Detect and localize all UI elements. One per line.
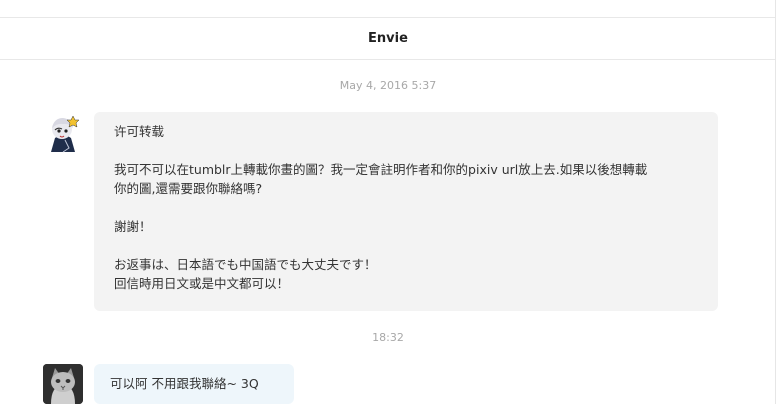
- message-timestamp: May 4, 2016 5:37: [339, 79, 437, 92]
- message-bubble-incoming: 许可转载 我可不可以在tumblr上轉載你畫的圖？我一定會註明作者和你的pixi…: [94, 112, 718, 311]
- message-line: 我可不可以在tumblr上轉載你畫的圖？我一定會註明作者和你的pixiv url…: [114, 162, 648, 177]
- message-line-gap: [114, 198, 698, 217]
- message-bubble-outgoing: 可以阿 不用跟我聯絡~ 3Q: [94, 364, 294, 404]
- conversation-header: Envie: [0, 18, 775, 60]
- message-thread-panel: Envie May 4, 2016 5:37 许可转载 我可不可以在tumblr…: [0, 0, 776, 404]
- conversation-title: Envie: [368, 31, 408, 46]
- message-line: 许可转载: [114, 124, 165, 139]
- message-timestamp: 18:32: [372, 331, 404, 344]
- message-line: 你的圖,還需要跟你聯絡嗎?: [114, 181, 263, 196]
- message-line: 回信時用日文或是中文都可以！: [114, 276, 290, 291]
- top-strip: [0, 0, 775, 18]
- message-line: 可以阿 不用跟我聯絡~ 3Q: [110, 376, 259, 391]
- message-line-gap: [114, 236, 698, 255]
- avatar[interactable]: [43, 364, 83, 404]
- message-line: 謝謝！: [114, 219, 152, 234]
- message-line-gap: [114, 141, 698, 160]
- cat-avatar-icon: [43, 364, 83, 404]
- message-line: お返事は、日本語でも中国語でも大丈夫です！: [114, 257, 377, 272]
- avatar[interactable]: [43, 114, 83, 154]
- anime-character-avatar-icon: [43, 114, 83, 154]
